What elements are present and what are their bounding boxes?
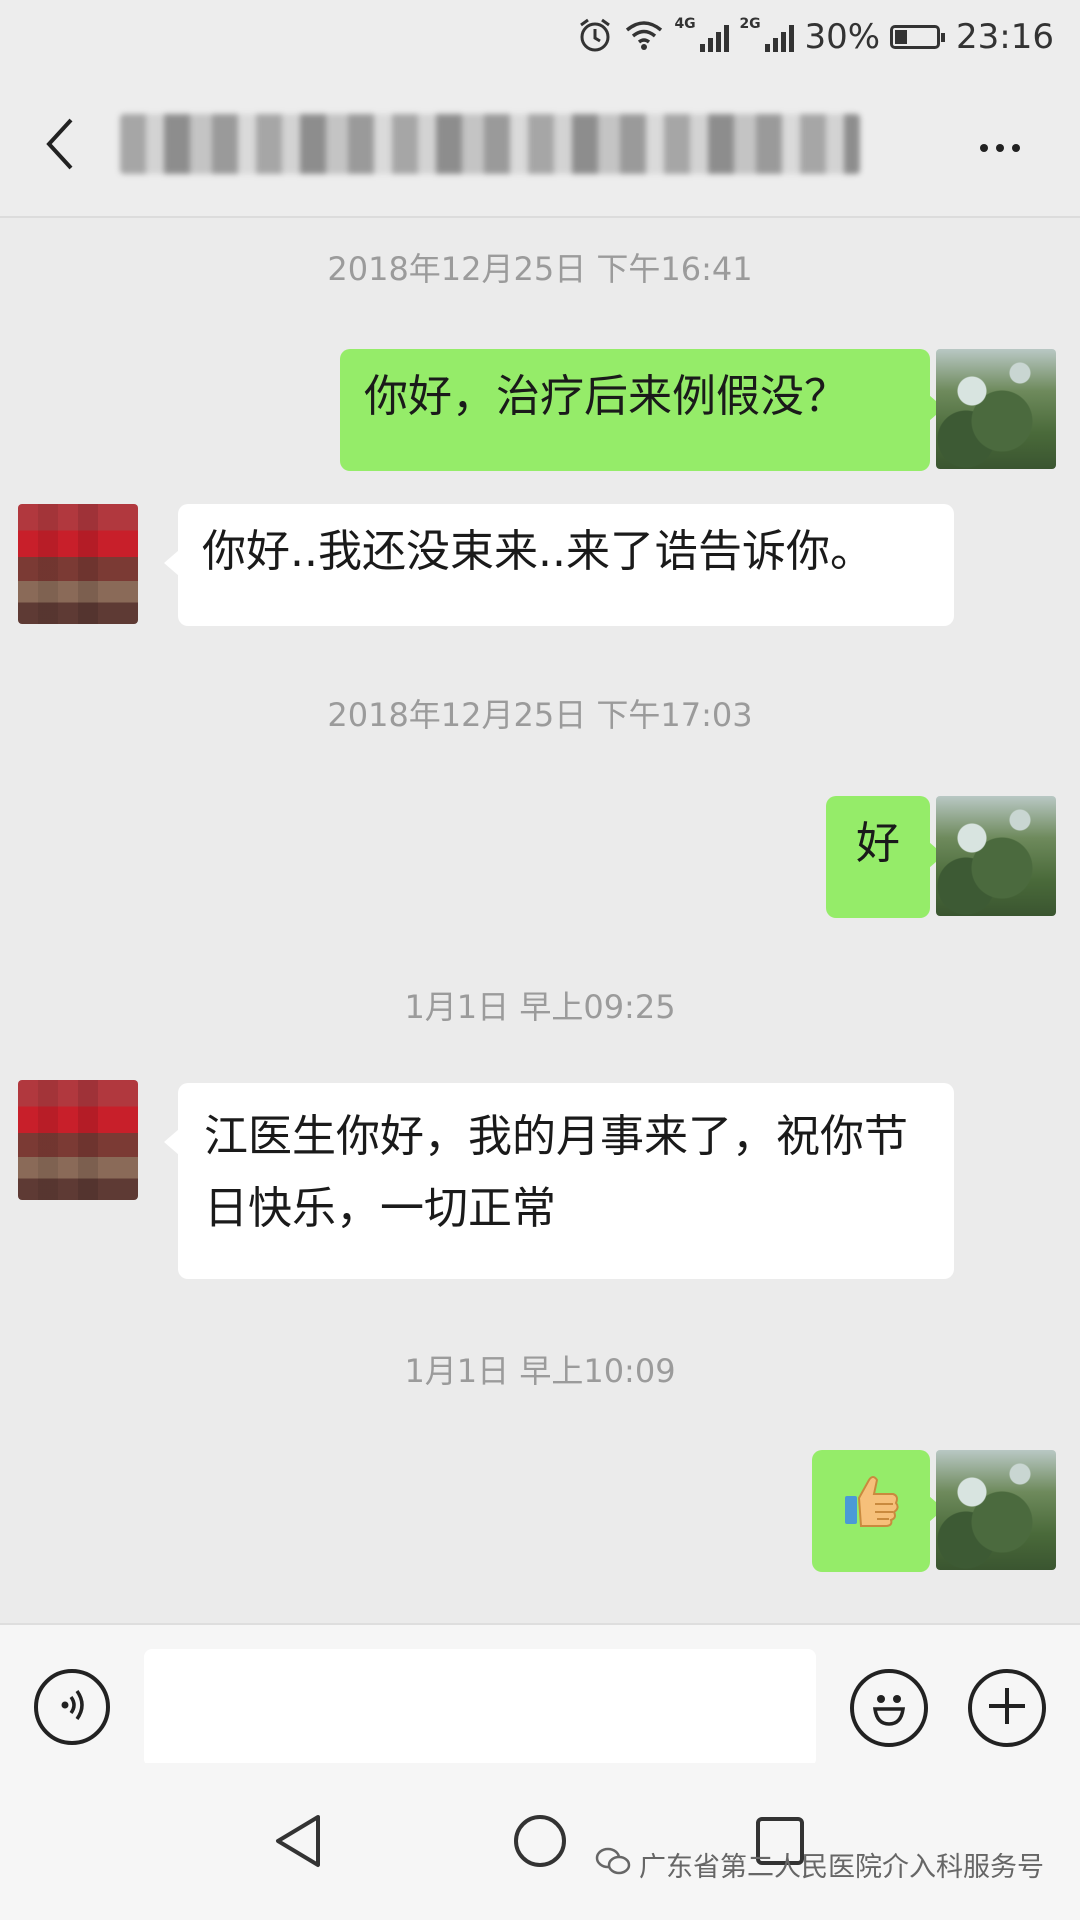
plus-icon: [985, 1684, 1029, 1732]
chat-header: [0, 76, 1080, 218]
more-functions-button[interactable]: [968, 1669, 1046, 1747]
emoji-button[interactable]: [850, 1669, 928, 1747]
more-options-button[interactable]: [960, 112, 1040, 184]
watermark: 广东省第二人民医院介入科服务号: [595, 1845, 1044, 1884]
sent-message-bubble[interactable]: 你好，治疗后来例假没？: [340, 349, 944, 471]
my-avatar[interactable]: [936, 1450, 1056, 1570]
system-nav-bar: 广东省第二人民医院介入科服务号: [0, 1763, 1080, 1920]
signal-icon: 4G: [674, 16, 730, 52]
status-bar: 4G 2G 30% 23:16: [0, 0, 1080, 76]
sent-message-bubble[interactable]: 好: [826, 796, 944, 918]
received-message-bubble[interactable]: 你好..我还没束来..来了诰告诉你。: [164, 504, 954, 626]
wifi-icon: [624, 19, 664, 55]
battery-percent: 30%: [804, 17, 881, 57]
voice-icon: [52, 1685, 92, 1729]
message-text: 你好..我还没束来..来了诰告诉你。: [202, 526, 874, 577]
battery-icon: [890, 25, 946, 49]
wechat-icon: [595, 1846, 631, 1883]
contact-avatar[interactable]: [18, 1080, 138, 1200]
blurred-contact-name: [120, 114, 860, 174]
message-timestamp: 2018年12月25日 下午17:03: [327, 696, 753, 734]
alarm-icon: [576, 16, 614, 58]
nav-back-icon: [270, 1811, 326, 1875]
message-input[interactable]: [144, 1649, 816, 1767]
my-avatar[interactable]: [936, 349, 1056, 469]
network-type-label: 4G: [674, 16, 696, 32]
network-type-label-2: 2G: [739, 16, 761, 32]
message-text: 好: [856, 818, 900, 869]
chat-title: [120, 106, 880, 182]
message-timestamp: 1月1日 早上10:09: [404, 1352, 676, 1390]
contact-avatar[interactable]: [18, 504, 138, 624]
signal-icon-2: 2G: [739, 16, 795, 52]
emoji-icon: [863, 1680, 915, 1736]
sent-sticker-bubble[interactable]: [812, 1450, 944, 1572]
input-bar: [0, 1623, 1080, 1767]
status-icons: 4G 2G 30% 23:16: [576, 12, 1054, 62]
thumbs-up-icon: [839, 1468, 903, 1554]
chevron-left-icon: [43, 116, 77, 176]
message-timestamp: 1月1日 早上09:25: [404, 988, 676, 1026]
more-dots-icon: [980, 144, 1020, 152]
voice-button[interactable]: [34, 1669, 110, 1745]
back-button[interactable]: [30, 110, 90, 182]
clock: 23:16: [956, 17, 1054, 57]
message-list[interactable]: 2018年12月25日 下午16:41 你好，治疗后来例假没？ 你好..我还没束…: [0, 218, 1080, 1623]
my-avatar[interactable]: [936, 796, 1056, 916]
received-message-bubble[interactable]: 江医生你好，我的月事来了，祝你节日快乐，一切正常: [164, 1083, 954, 1279]
message-text: 你好，治疗后来例假没？: [364, 371, 848, 422]
message-text: 江医生你好，我的月事来了，祝你节日快乐，一切正常: [204, 1111, 908, 1234]
message-timestamp: 2018年12月25日 下午16:41: [327, 250, 753, 288]
nav-home-button[interactable]: [500, 1803, 580, 1883]
nav-home-icon: [510, 1811, 570, 1875]
watermark-text: 广东省第二人民医院介入科服务号: [639, 1852, 1044, 1883]
nav-back-button[interactable]: [258, 1803, 338, 1883]
